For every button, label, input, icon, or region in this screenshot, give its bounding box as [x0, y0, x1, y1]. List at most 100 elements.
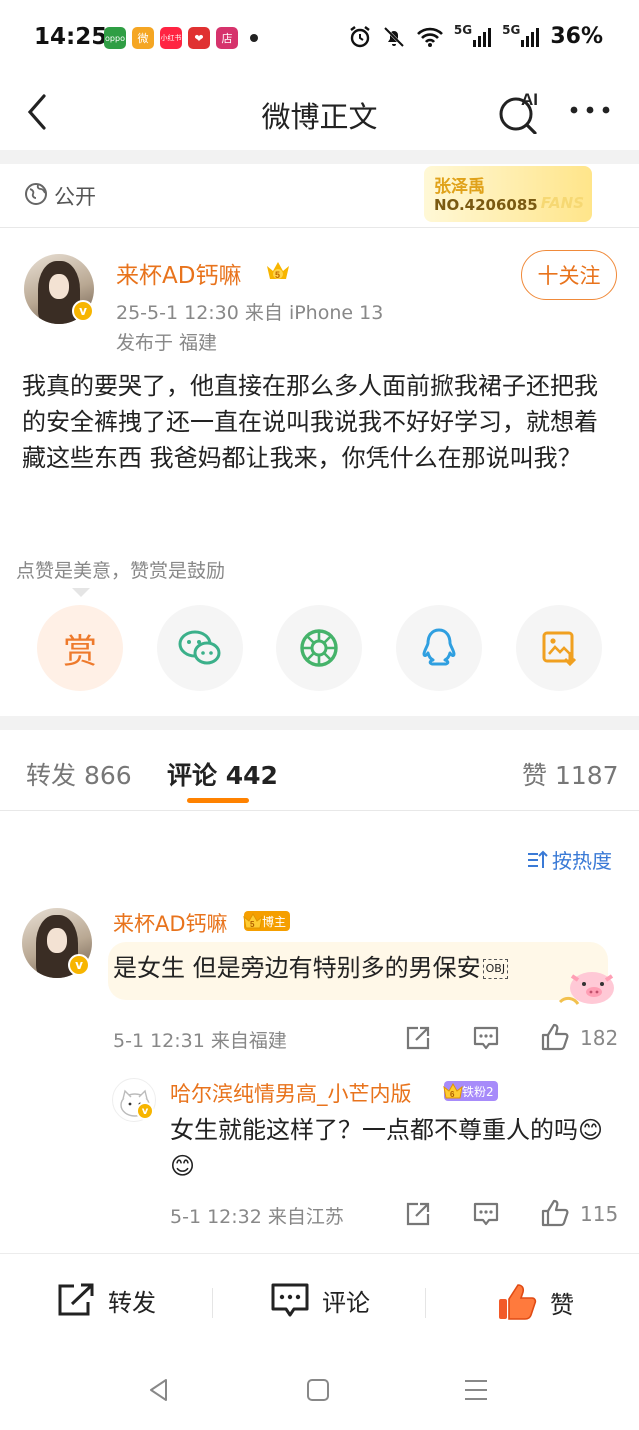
- bottom-comment-label: 评论: [322, 1288, 370, 1317]
- bottom-comment-button[interactable]: 评论: [270, 1282, 370, 1318]
- reward-hint-pointer: [72, 588, 90, 597]
- nav-separator: [0, 150, 639, 164]
- store-app-icon: 店: [216, 27, 238, 49]
- reward-hint: 点赞是美意，赞赏是鼓励: [16, 560, 226, 582]
- comment-level: 5: [250, 920, 255, 929]
- author-name[interactable]: 来杯AD钙嘛: [116, 256, 241, 290]
- alarm-icon: [350, 25, 370, 47]
- wechat-icon: [178, 630, 221, 665]
- visibility-label: 公开: [54, 185, 96, 209]
- ai-label: AI: [521, 90, 538, 109]
- author-level: 5: [275, 270, 280, 280]
- system-back-icon[interactable]: [146, 1377, 172, 1403]
- reply-level: 6: [450, 1090, 455, 1099]
- repost-comment-icon[interactable]: [404, 1200, 432, 1228]
- active-tab-indicator: [187, 798, 249, 803]
- bottom-repost-label: 转发: [108, 1288, 156, 1317]
- blogger-badge-label: 博主: [262, 914, 287, 929]
- obj-placeholder-mark: OBJ: [482, 959, 509, 979]
- like-icon[interactable]: [540, 1198, 570, 1228]
- oppo-app-icon: oppo: [104, 27, 126, 49]
- weibo-app-icon: 微: [132, 27, 154, 49]
- fans-card-number: NO.4206085: [434, 196, 538, 214]
- post-time-source: 25-5-1 12:30 来自 iPhone 13: [116, 302, 384, 324]
- thumbs-up-icon: [499, 1284, 537, 1320]
- tab-repost[interactable]: 转发 866: [26, 756, 132, 792]
- status-bar: 14:25 oppo 微 小红书 ❤ 店 5G 5G 36%: [0, 0, 639, 80]
- like-icon[interactable]: [540, 1022, 570, 1052]
- bottom-action-bar: 转发 评论 赞: [0, 1253, 639, 1351]
- post-content: 我真的要哭了，他直接在那么多人面前掀我裙子还把我的安全裤拽了还一直在说叫我说我不…: [22, 372, 598, 472]
- reply-text: 女生就能这样了？一点都不尊重人的吗😊😊: [170, 1116, 604, 1180]
- sort-icon: [528, 850, 548, 868]
- comment-text: 是女生 但是旁边有特别多的男保安 OBJ: [113, 950, 509, 986]
- verified-badge-icon: v: [136, 1102, 154, 1120]
- section-separator: [0, 716, 639, 730]
- reply-like-count: 115: [580, 1202, 619, 1226]
- visibility-row: 公开 张泽禹 NO.4206085 FANS: [0, 164, 639, 226]
- repost-icon: [58, 1283, 94, 1316]
- save-image-button[interactable]: [516, 605, 602, 691]
- share-moments-button[interactable]: [276, 605, 362, 691]
- bottom-repost-button[interactable]: 转发: [56, 1282, 156, 1318]
- network-1-label: 5G: [453, 22, 473, 37]
- share-wechat-button[interactable]: [157, 605, 243, 691]
- tab-comment[interactable]: 评论 442: [167, 756, 278, 792]
- wifi-icon: [417, 27, 443, 47]
- iron-fan-badge-label: 铁粉2: [462, 1084, 494, 1099]
- qq-icon: [422, 628, 456, 666]
- sort-label: 按热度: [552, 849, 612, 873]
- bottom-separator: [425, 1288, 426, 1318]
- reward-button[interactable]: 赏: [37, 605, 123, 691]
- status-time: 14:25: [34, 24, 108, 50]
- status-right: 5G 5G 36%: [348, 22, 603, 49]
- vip-crown-icon: 5: [267, 262, 289, 280]
- repost-comment-icon[interactable]: [404, 1024, 432, 1052]
- vip-crown-icon: 5: [243, 912, 263, 929]
- signal-2-icon: [521, 27, 540, 47]
- post-location: 发布于 福建: [116, 332, 218, 354]
- save-image-icon: [542, 631, 577, 667]
- bottom-like-button[interactable]: 赞: [496, 1282, 574, 1322]
- header-divider: [0, 227, 639, 228]
- xiaohongshu-app-icon: 小红书: [160, 27, 182, 49]
- fans-card-tag: FANS: [540, 194, 584, 212]
- ai-search-icon[interactable]: AI: [496, 88, 544, 134]
- share-qq-button[interactable]: [396, 605, 482, 691]
- fans-card[interactable]: 张泽禹 NO.4206085 FANS: [424, 166, 592, 222]
- verified-badge-icon: v: [72, 300, 94, 322]
- reply-author-name[interactable]: 哈尔滨纯情男高_小芒内版: [170, 1078, 412, 1108]
- vip-crown-icon: 6: [443, 1082, 463, 1099]
- system-home-icon[interactable]: [306, 1378, 330, 1402]
- bottom-like-label: 赞: [550, 1290, 574, 1319]
- system-menu-icon[interactable]: [463, 1378, 489, 1402]
- bottom-separator: [212, 1288, 213, 1318]
- top-nav-bar: 微博正文 AI: [0, 80, 639, 150]
- mute-icon: [383, 26, 404, 47]
- notification-icons: oppo 微 小红书 ❤ 店: [104, 27, 258, 49]
- battery-level: 36%: [550, 24, 603, 49]
- more-notifications-dot: [250, 34, 258, 42]
- verified-badge-icon: v: [68, 954, 90, 976]
- tab-like[interactable]: 赞 1187: [522, 756, 619, 792]
- network-2-label: 5G: [502, 22, 521, 37]
- moments-icon: [300, 629, 338, 667]
- sort-button[interactable]: 按热度: [526, 845, 612, 874]
- comment-meta: 5-1 12:31 来自福建: [113, 1030, 287, 1052]
- reply-icon[interactable]: [472, 1024, 500, 1052]
- system-nav-bar: [0, 1351, 639, 1430]
- heart-app-icon: ❤: [188, 27, 210, 49]
- comment-like-count: 182: [580, 1026, 619, 1050]
- reply-meta: 5-1 12:32 来自江苏: [170, 1206, 344, 1228]
- tabs-divider: [0, 810, 639, 811]
- reward-label: 赏: [63, 631, 97, 672]
- more-options-icon[interactable]: [568, 98, 612, 122]
- comment-text-content: 是女生 但是旁边有特别多的男保安: [113, 954, 481, 982]
- comment-icon: [271, 1283, 309, 1317]
- follow-button[interactable]: 十关注: [521, 250, 617, 300]
- signal-1-icon: [473, 27, 492, 47]
- reply-icon[interactable]: [472, 1200, 500, 1228]
- globe-icon: [25, 183, 47, 205]
- pig-sticker-icon: [558, 972, 614, 1005]
- comment-author-name[interactable]: 来杯AD钙嘛: [113, 908, 228, 938]
